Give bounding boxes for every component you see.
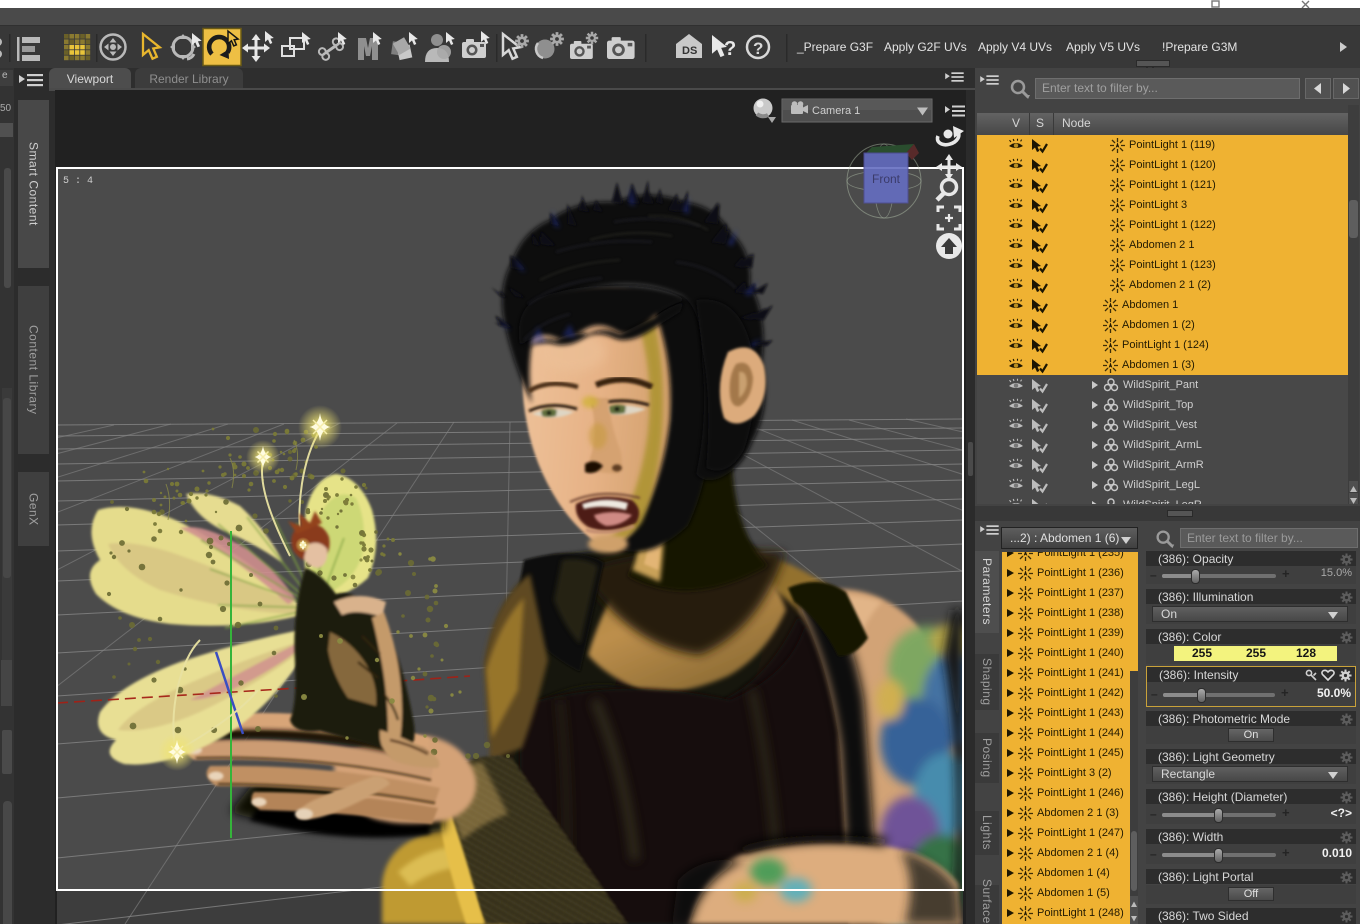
- svg-text:5 : 4: 5 : 4: [63, 176, 93, 187]
- svg-text:DS: DS: [682, 45, 697, 57]
- svg-text:?: ?: [753, 39, 763, 58]
- svg-text:Camera 1: Camera 1: [812, 105, 860, 117]
- svg-text:?: ?: [724, 38, 736, 60]
- svg-text:Front: Front: [872, 172, 901, 186]
